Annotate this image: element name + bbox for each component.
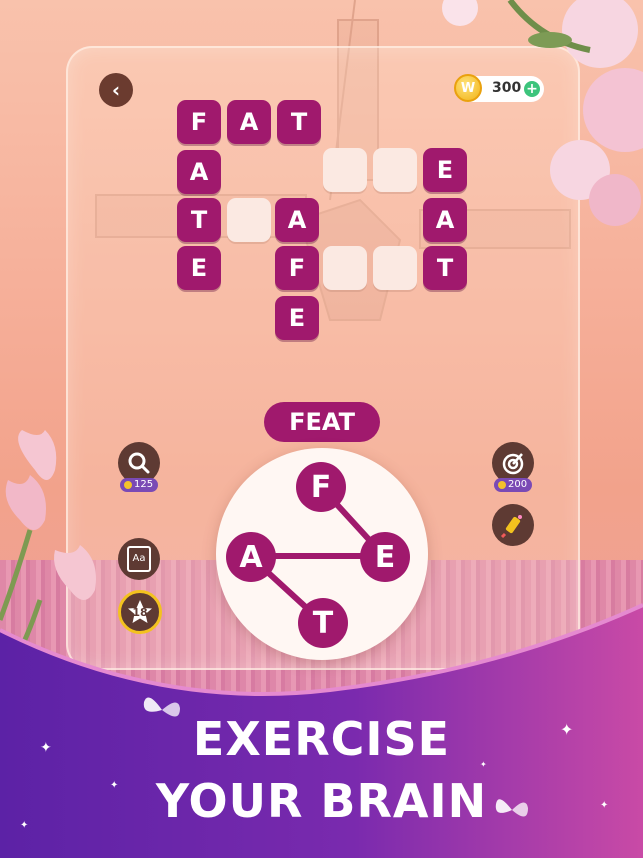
- board-tile: T: [277, 100, 321, 144]
- board-tile: F: [275, 246, 319, 290]
- board-tile: A: [423, 198, 467, 242]
- chevron-left-icon: ‹: [111, 78, 121, 102]
- board-tile: F: [177, 100, 221, 144]
- empty-tile: [323, 148, 367, 192]
- empty-tile: [373, 246, 417, 290]
- headline-line-1: EXERCISE: [192, 712, 451, 766]
- current-word-pill: FEAT: [264, 402, 380, 442]
- board-tile: T: [423, 246, 467, 290]
- firework-rocket-icon: [500, 515, 522, 538]
- board-tile: A: [227, 100, 271, 144]
- coin-icon: [498, 481, 506, 489]
- magnifier-icon: [128, 452, 150, 474]
- rocket-button[interactable]: [492, 504, 534, 546]
- board-tile: A: [177, 150, 221, 194]
- empty-tile: [373, 148, 417, 192]
- coin-icon: W: [454, 74, 482, 102]
- coin-value: 300: [492, 80, 522, 96]
- empty-tile: [227, 198, 271, 242]
- back-button[interactable]: ‹: [99, 73, 133, 107]
- empty-tile: [323, 246, 367, 290]
- board-tile: E: [275, 296, 319, 340]
- coin-icon: [124, 481, 132, 489]
- board-tile: E: [423, 148, 467, 192]
- add-coins-button[interactable]: +: [524, 81, 540, 97]
- board-tile: E: [177, 246, 221, 290]
- board-tile: A: [275, 198, 319, 242]
- carnation-flowers: [442, 0, 643, 226]
- board-tile: T: [177, 198, 221, 242]
- hint-cost-badge: 125: [120, 478, 159, 492]
- headline-line-2: YOUR BRAIN: [155, 774, 488, 828]
- wheel-letter[interactable]: F: [296, 462, 346, 512]
- coin-counter[interactable]: W 300 +: [454, 74, 544, 102]
- target-cost-badge: 200: [494, 478, 533, 492]
- target-icon: [502, 453, 524, 475]
